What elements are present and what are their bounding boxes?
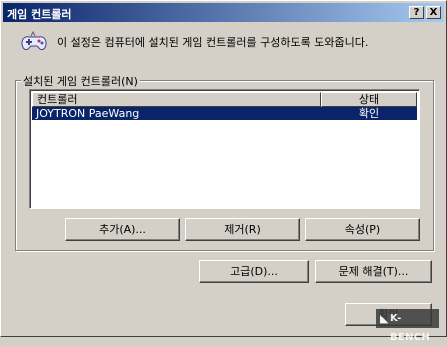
- game-controllers-dialog: 게임 컨트롤러 ? X 이 설정은 컴퓨터에 설치된 게임 컨트롤러를 구성하도…: [0, 0, 447, 343]
- troubleshoot-button[interactable]: 문제 해결(T)...: [315, 260, 432, 283]
- list-item[interactable]: JOYTRON PaeWang 확인: [32, 107, 417, 120]
- list-header: 컨트롤러 상태: [32, 92, 417, 107]
- description-text: 이 설정은 컴퓨터에 설치된 게임 컨트롤러를 구성하도록 도와줍니다.: [57, 36, 369, 49]
- watermark-text: K-BENCH: [390, 313, 431, 343]
- window-title: 게임 컨트롤러: [7, 8, 72, 21]
- properties-button[interactable]: 속성(P): [305, 218, 420, 241]
- watermark-logo: ◣ K-BENCH: [376, 309, 439, 343]
- column-header-status[interactable]: 상태: [321, 92, 417, 107]
- title-bar[interactable]: 게임 컨트롤러 ? X: [3, 3, 444, 22]
- add-button[interactable]: 추가(A)...: [65, 218, 180, 241]
- close-button[interactable]: X: [426, 6, 441, 19]
- column-header-controller[interactable]: 컨트롤러: [32, 92, 321, 107]
- k-logo-icon: ◣: [380, 312, 389, 325]
- controller-list[interactable]: 컨트롤러 상태 JOYTRON PaeWang 확인: [29, 89, 420, 209]
- help-button[interactable]: ?: [409, 6, 424, 19]
- remove-button[interactable]: 제거(R): [185, 218, 300, 241]
- controller-name: JOYTRON PaeWang: [36, 107, 140, 120]
- group-label: 설치된 게임 컨트롤러(N): [21, 73, 140, 89]
- controller-status: 확인: [358, 107, 380, 120]
- gamepad-icon: [21, 30, 47, 51]
- advanced-button[interactable]: 고급(D)...: [199, 260, 309, 283]
